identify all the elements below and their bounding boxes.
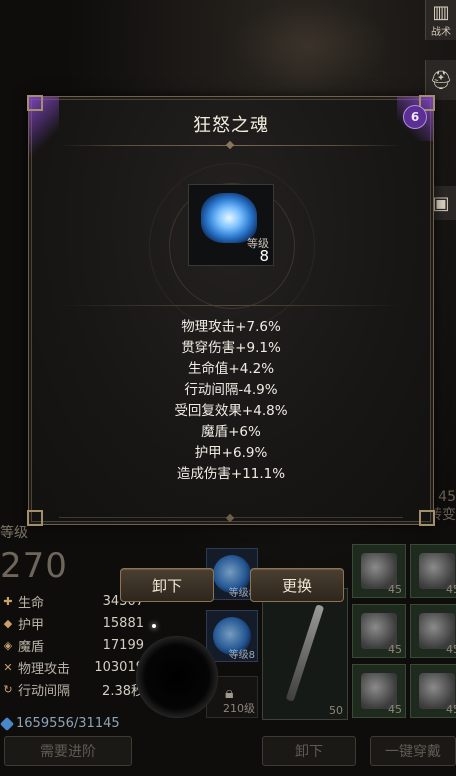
attribute-item: 护甲+6.9%: [194, 445, 268, 461]
slot-level: 45: [446, 583, 456, 596]
replace-button[interactable]: 更换: [250, 568, 344, 602]
stat-label: 行动间隔: [18, 683, 71, 699]
attribute-list: 物理攻击+7.6% 贯穿伤害+9.1% 生命值+4.2% 行动间隔-4.9% 受…: [29, 317, 433, 485]
stat-row-shield: ◈ 魔盾 17199: [0, 634, 150, 656]
frame-corner: [27, 510, 43, 526]
frame-corner: [419, 510, 435, 526]
bottom-unequip-button[interactable]: 卸下: [262, 736, 356, 766]
resource-counter: 1659556/31145: [0, 716, 120, 731]
attributes-divider: [57, 305, 405, 306]
attribute-item: 受回复效果+4.8%: [174, 403, 288, 419]
health-icon: ✚: [3, 594, 13, 608]
stat-row-armor: ◆ 护甲 15881: [0, 612, 150, 634]
equip-slot-gloves[interactable]: 45: [352, 604, 406, 658]
lock-level-label: 210级: [223, 702, 255, 715]
dagger-icon: [285, 604, 325, 702]
shield-icon: ◈: [3, 638, 13, 652]
slot-level: 45: [388, 703, 402, 716]
armor-icon: ▣: [432, 192, 450, 214]
stat-value: 15881: [102, 615, 144, 631]
attribute-item: 物理攻击+7.6%: [181, 319, 281, 335]
void-orb: [136, 636, 218, 718]
stat-label: 护甲: [18, 617, 45, 633]
equip-slot-amulet[interactable]: 45: [352, 664, 406, 718]
divider-ornament: [225, 140, 235, 150]
gem-slot-level: 等级8: [228, 650, 255, 661]
tactics-label: 战术: [431, 27, 451, 38]
slot-level: 45: [446, 643, 456, 656]
attribute-item: 造成伤害+11.1%: [176, 466, 286, 482]
resource-value: 1659556/31145: [16, 716, 120, 731]
helmet-side-button[interactable]: ⛑: [425, 60, 456, 100]
book-icon: ▥: [432, 2, 450, 23]
stat-label: 物理攻击: [18, 661, 71, 677]
item-icon-frame: 等级 8: [188, 184, 274, 266]
divider-ornament: [225, 513, 235, 523]
cooldown-icon: ↻: [3, 682, 13, 696]
attribute-item: 贯穿伤害+9.1%: [181, 340, 281, 356]
slot-level: 45: [388, 583, 402, 596]
background-emblem: [230, 0, 390, 90]
slot-level: 45: [446, 703, 456, 716]
attribute-item: 魔盾+6%: [201, 424, 261, 440]
attribute-item: 行动间隔-4.9%: [184, 382, 278, 398]
stat-label: 生命: [18, 595, 45, 611]
one-click-wear-button[interactable]: 一键穿戴: [370, 736, 456, 766]
sparkle-icon: [152, 624, 156, 628]
stat-value: 17199: [102, 637, 144, 653]
weapon-level: 50: [329, 704, 343, 717]
helmet-icon: ⛑: [429, 69, 453, 91]
weapon-slot[interactable]: 50: [262, 588, 348, 720]
armor-stat-icon: ◆: [3, 616, 13, 630]
slot-level: 45: [388, 643, 402, 656]
equip-slot-shoulder[interactable]: 45: [410, 544, 456, 598]
item-detail-popup: 6 狂怒之魂 等级 8 物理攻击+7.6% 贯穿伤害+9.1% 生命值+4.2%…: [27, 95, 435, 526]
item-title: 狂怒之魂: [193, 115, 269, 136]
need-advance-button[interactable]: 需要进阶: [4, 736, 132, 766]
unequip-button[interactable]: 卸下: [120, 568, 214, 602]
equip-slot-boots[interactable]: 45: [410, 664, 456, 718]
equip-slot-helmet[interactable]: 45: [352, 544, 406, 598]
tactics-button[interactable]: ▥ 战术: [425, 0, 456, 40]
sword-icon: ✕: [3, 660, 13, 674]
character-level-value: 270: [0, 546, 68, 586]
stat-row-attack: ✕ 物理攻击 103019: [0, 656, 150, 678]
stat-row-interval: ↻ 行动间隔 2.38秒: [0, 678, 150, 700]
crystal-icon: [0, 716, 15, 731]
gem-slot[interactable]: 等级8: [206, 610, 258, 662]
attribute-item: 生命值+4.2%: [187, 361, 275, 377]
frame-corner: [27, 95, 43, 111]
equip-slot-belt[interactable]: 45: [410, 604, 456, 658]
character-stats: ✚ 生命 34307 ◆ 护甲 15881 ◈ 魔盾 17199 ✕ 物理攻击 …: [0, 590, 150, 700]
item-level-value: 8: [259, 247, 269, 265]
character-level-label: 等级: [0, 525, 28, 541]
stat-label: 魔盾: [18, 639, 45, 655]
